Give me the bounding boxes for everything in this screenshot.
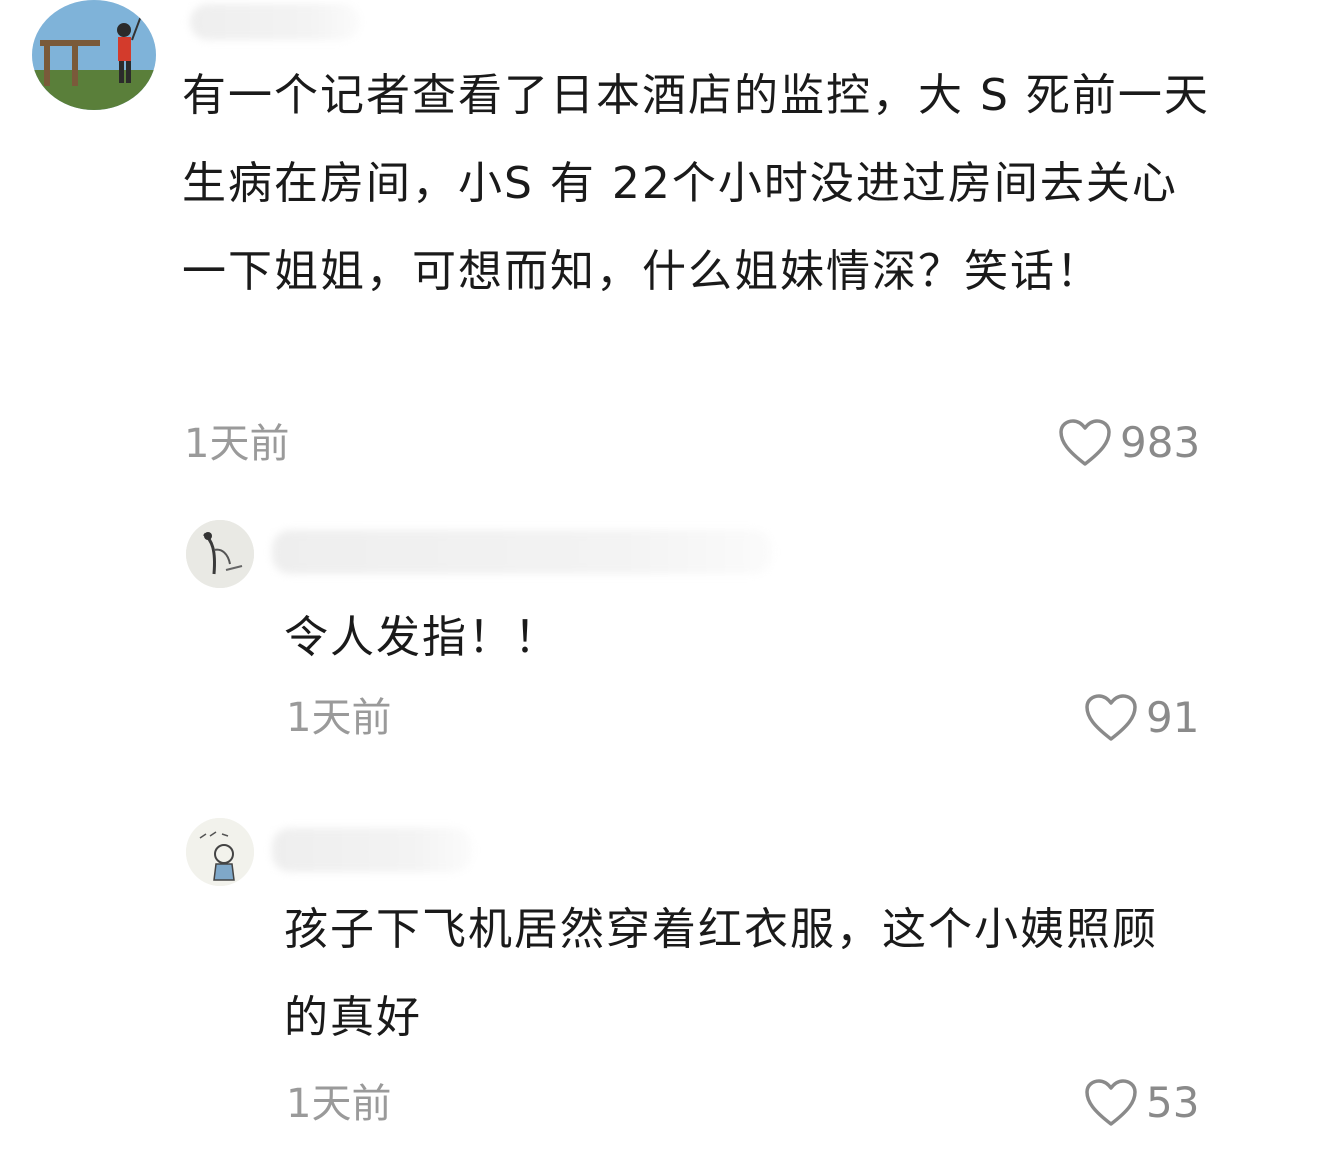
like-count: 53	[1146, 1078, 1200, 1127]
like-button[interactable]: 91	[1084, 693, 1199, 743]
landscape-avatar-icon	[32, 0, 156, 110]
like-count: 983	[1120, 418, 1201, 467]
reply-text: 孩子下飞机居然穿着红衣服，这个小姨照顾的真好	[284, 904, 1158, 1043]
reply-time: 1天前	[286, 1081, 392, 1127]
user-avatar[interactable]	[186, 520, 254, 588]
username-redacted[interactable]	[272, 530, 772, 574]
user-avatar[interactable]	[186, 818, 254, 886]
heart-outline-icon	[1085, 694, 1137, 741]
comment-text: 有一个记者查看了日本酒店的监控，大 S 死前一天生病在房间，小S 有 22个小时…	[182, 70, 1210, 297]
like-button[interactable]: 53	[1084, 1078, 1199, 1128]
like-count: 91	[1146, 693, 1200, 742]
user-avatar[interactable]	[32, 0, 156, 110]
like-button[interactable]: 983	[1058, 418, 1200, 468]
heart-outline-icon	[1059, 419, 1111, 466]
heart-outline-icon	[1085, 1079, 1137, 1126]
reply-text: 令人发指！！	[284, 612, 560, 663]
comment-time: 1天前	[184, 421, 290, 467]
username-redacted[interactable]	[190, 4, 360, 40]
sketch-girl-avatar-icon	[186, 818, 254, 886]
reply-time: 1天前	[286, 695, 392, 741]
username-redacted[interactable]	[272, 828, 472, 872]
ink-painting-avatar-icon	[186, 520, 254, 588]
